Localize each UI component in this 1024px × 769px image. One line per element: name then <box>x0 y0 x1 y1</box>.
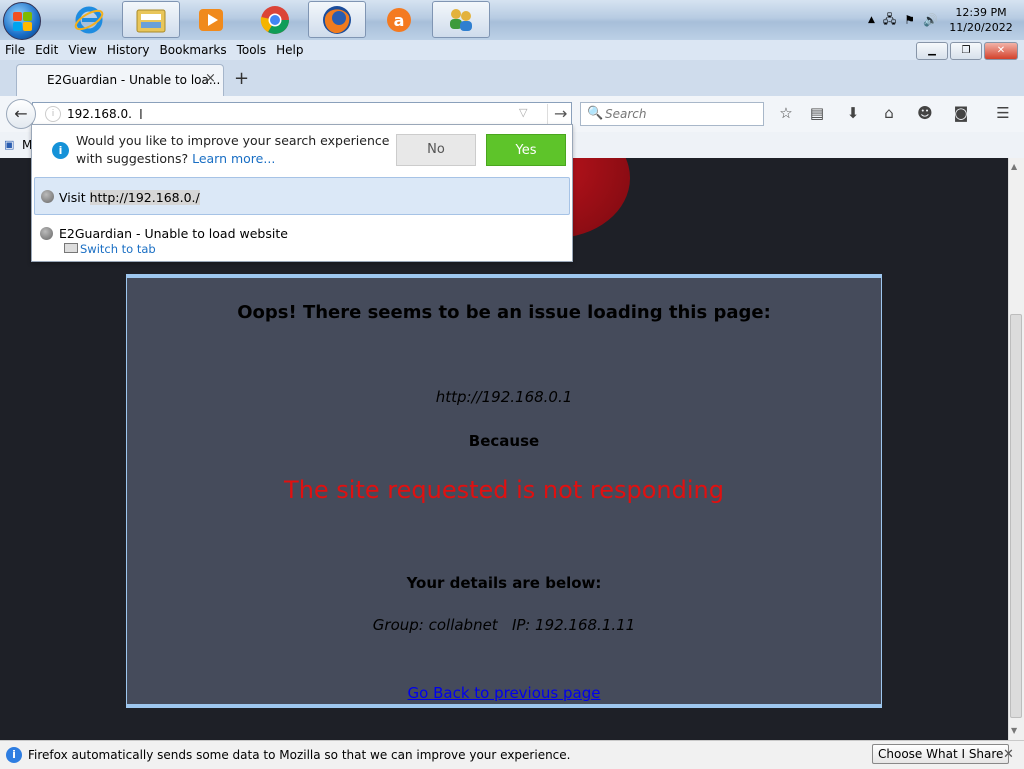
info-icon: i <box>6 747 22 763</box>
taskbar-file-explorer[interactable] <box>122 1 180 38</box>
tab-close-icon[interactable]: × <box>205 71 216 86</box>
taskbar-internet-explorer[interactable] <box>60 1 118 38</box>
windows-taskbar: a ▲ 🖧 ⚑ 🔊 12:39 PM 11/20/2022 <box>0 0 1024 41</box>
visit-url: http://192.168.0./ <box>89 190 200 205</box>
because-label: Because <box>468 432 540 450</box>
network-users-icon <box>450 8 472 31</box>
windows-logo-icon <box>3 2 41 40</box>
volume-icon[interactable]: 🔊 <box>923 13 938 27</box>
url-input[interactable]: 192.168.0. <box>67 107 132 121</box>
network-icon[interactable]: 🖧 <box>883 10 896 31</box>
suggestions-yes-button[interactable]: Yes <box>486 134 566 166</box>
url-dropdown-icon[interactable]: ▽ <box>519 106 527 119</box>
hello-chat-icon[interactable]: ☻ <box>914 104 936 124</box>
scrollbar-thumb[interactable] <box>1010 314 1022 718</box>
globe-icon <box>41 190 54 203</box>
start-button[interactable] <box>3 2 43 40</box>
group-ip-line: Group: collabnet IP: 192.168.1.11 <box>372 616 636 634</box>
media-player-icon <box>199 8 223 31</box>
choose-what-i-share-button[interactable]: Choose What I Share <box>872 744 1010 764</box>
hamburger-menu-icon[interactable]: ☰ <box>992 104 1014 124</box>
new-tab-button[interactable]: + <box>234 68 249 89</box>
search-placeholder: Search <box>605 107 647 121</box>
notification-text: Firefox automatically sends some data to… <box>28 748 571 762</box>
internet-explorer-icon <box>74 6 104 33</box>
go-back-link[interactable]: Go Back to previous page <box>127 684 881 702</box>
bookmark-icon[interactable]: ▣ <box>4 138 14 151</box>
folder-icon <box>136 9 166 32</box>
url-autocomplete-popup: i Would you like to improve your search … <box>31 124 573 262</box>
chrome-icon <box>260 5 289 34</box>
visit-text: Visit http://192.168.0./ <box>59 190 200 205</box>
clock-date: 11/20/2022 <box>949 21 1013 34</box>
search-icon: 🔍 <box>587 106 604 121</box>
taskbar-network-users[interactable] <box>432 1 490 38</box>
menu-bar: File Edit View History Bookmarks Tools H… <box>0 40 1024 60</box>
requested-url: http://192.168.0.1 <box>435 388 573 406</box>
tray-expand-icon[interactable]: ▲ <box>868 15 875 25</box>
tab-e2guardian[interactable]: E2Guardian - Unable to loa... × <box>16 64 224 96</box>
taskbar-avast[interactable]: a <box>370 1 428 38</box>
suggestions-no-button[interactable]: No <box>396 134 476 166</box>
menu-history[interactable]: History <box>102 43 155 57</box>
notification-bar: i Firefox automatically sends some data … <box>0 740 1024 769</box>
details-heading: Your details are below: <box>406 574 602 592</box>
svg-text:a: a <box>394 11 405 30</box>
text-cursor-icon: I <box>139 108 143 123</box>
system-tray: ▲ 🖧 ⚑ 🔊 12:39 PM 11/20/2022 <box>868 0 1016 40</box>
action-center-flag-icon[interactable]: ⚑ <box>904 13 915 27</box>
taskbar-chrome[interactable] <box>246 1 304 38</box>
restore-button[interactable]: ❐ <box>950 42 982 60</box>
avast-icon: a <box>387 7 411 32</box>
menu-bookmarks[interactable]: Bookmarks <box>155 43 232 57</box>
scroll-down-icon[interactable]: ▼ <box>1011 726 1017 735</box>
notification-close-icon[interactable]: ✕ <box>1003 747 1014 762</box>
menu-file[interactable]: File <box>0 43 30 57</box>
bookmark-star-icon[interactable]: ☆ <box>775 104 797 124</box>
taskbar-media-player[interactable] <box>182 1 240 38</box>
error-reason: The site requested is not responding <box>284 476 724 504</box>
site-info-icon[interactable]: i <box>45 106 61 122</box>
firefox-icon <box>323 5 351 34</box>
home-icon[interactable]: ⌂ <box>878 104 900 124</box>
error-card: Oops! There seems to be an issue loading… <box>126 274 882 708</box>
go-arrow-icon[interactable]: → <box>547 104 567 124</box>
learn-more-link[interactable]: Learn more... <box>192 151 275 166</box>
close-window-button[interactable]: ✕ <box>984 42 1018 60</box>
back-arrow-icon: ← <box>14 104 28 123</box>
menu-tools[interactable]: Tools <box>232 43 272 57</box>
info-icon: i <box>52 142 69 159</box>
switch-to-tab-label[interactable]: Switch to tab <box>80 242 156 256</box>
url-bar[interactable]: i 192.168.0. I ▽ → <box>32 102 572 126</box>
scroll-up-icon[interactable]: ▲ <box>1011 162 1017 171</box>
suggestion-prompt-text: with suggestions? <box>76 151 193 166</box>
downloads-icon[interactable]: ⬇ <box>842 104 864 124</box>
tab-title: E2Guardian - Unable to loa... <box>47 73 221 87</box>
pocket-icon[interactable]: ◙ <box>950 104 972 124</box>
search-input[interactable]: 🔍 Search <box>580 102 764 126</box>
globe-icon <box>40 227 53 240</box>
clock-time: 12:39 PM <box>955 6 1007 19</box>
suggestion-prompt-line2: with suggestions? Learn more... <box>76 151 275 166</box>
result-title[interactable]: E2Guardian - Unable to load website <box>59 226 288 241</box>
menu-help[interactable]: Help <box>271 43 308 57</box>
taskbar-firefox[interactable] <box>308 1 366 38</box>
menu-view[interactable]: View <box>63 43 101 57</box>
visit-url-row[interactable]: Visit http://192.168.0./ <box>34 177 570 215</box>
window-controls: ▁ ❐ ✕ <box>916 42 1018 60</box>
suggestion-prompt-line1: Would you like to improve your search ex… <box>76 133 390 148</box>
clock[interactable]: 12:39 PM 11/20/2022 <box>946 5 1016 35</box>
switch-to-tab-icon <box>64 243 78 253</box>
visit-prefix: Visit <box>59 190 90 205</box>
reading-list-icon[interactable]: ▤ <box>806 104 828 124</box>
minimize-button[interactable]: ▁ <box>916 42 948 60</box>
menu-edit[interactable]: Edit <box>30 43 63 57</box>
error-heading: Oops! There seems to be an issue loading… <box>237 302 771 323</box>
